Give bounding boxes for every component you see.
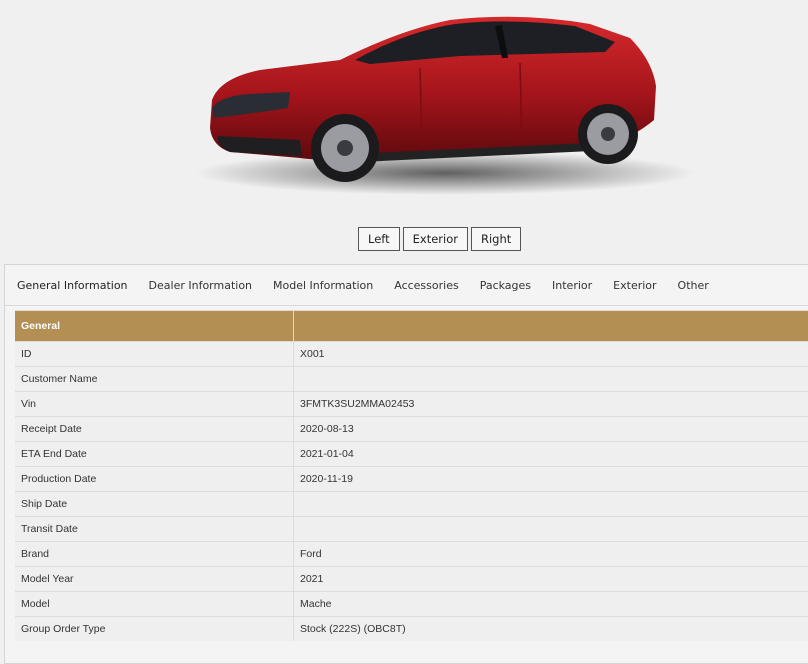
view-exterior-button[interactable]: Exterior [403, 227, 468, 251]
row-label: Ship Date [15, 492, 294, 517]
row-label: Brand [15, 542, 294, 567]
row-label: Model [15, 592, 294, 617]
row-value: 2020-08-13 [294, 417, 808, 442]
view-left-button[interactable]: Left [358, 227, 400, 251]
tab-interior[interactable]: Interior [552, 279, 592, 292]
tab-other[interactable]: Other [678, 279, 709, 292]
table-row: Ship Date [15, 492, 808, 517]
row-value [294, 367, 808, 392]
row-value: Stock (222S) (OBC8T) [294, 617, 808, 642]
row-label: Customer Name [15, 367, 294, 392]
general-info-table: General IDX001 Customer Name Vin3FMTK3SU… [15, 310, 808, 641]
row-value [294, 492, 808, 517]
view-angle-buttons: Left Exterior Right [358, 227, 521, 251]
table-row: Model Year2021 [15, 567, 808, 592]
tab-accessories[interactable]: Accessories [394, 279, 458, 292]
row-value: 3FMTK3SU2MMA02453 [294, 392, 808, 417]
row-value: 2020-11-19 [294, 467, 808, 492]
table-row: IDX001 [15, 342, 808, 367]
row-value: Mache [294, 592, 808, 617]
vehicle-details-panel: General Information Dealer Information M… [4, 264, 808, 664]
table-row: ETA End Date2021-01-04 [15, 442, 808, 467]
table-row: Receipt Date2020-08-13 [15, 417, 808, 442]
table-row: Production Date2020-11-19 [15, 467, 808, 492]
row-value: Ford [294, 542, 808, 567]
tab-dealer-information[interactable]: Dealer Information [149, 279, 253, 292]
row-label: Transit Date [15, 517, 294, 542]
tab-packages[interactable]: Packages [480, 279, 531, 292]
tab-exterior[interactable]: Exterior [613, 279, 656, 292]
details-tab-bar: General Information Dealer Information M… [5, 265, 808, 306]
table-section-header: General [15, 311, 808, 342]
view-right-button[interactable]: Right [471, 227, 521, 251]
row-value: X001 [294, 342, 808, 367]
row-label: ID [15, 342, 294, 367]
section-title: General [15, 311, 294, 342]
row-label: Production Date [15, 467, 294, 492]
table-row: Group Order TypeStock (222S) (OBC8T) [15, 617, 808, 642]
row-label: Group Order Type [15, 617, 294, 642]
row-label: ETA End Date [15, 442, 294, 467]
table-row: Transit Date [15, 517, 808, 542]
row-label: Vin [15, 392, 294, 417]
table-row: Vin3FMTK3SU2MMA02453 [15, 392, 808, 417]
tab-general-information[interactable]: General Information [17, 279, 128, 292]
table-row: ModelMache [15, 592, 808, 617]
row-label: Receipt Date [15, 417, 294, 442]
row-value: 2021 [294, 567, 808, 592]
vehicle-image [190, 8, 700, 203]
row-value: 2021-01-04 [294, 442, 808, 467]
row-label: Model Year [15, 567, 294, 592]
tab-model-information[interactable]: Model Information [273, 279, 373, 292]
vehicle-image-area [0, 0, 808, 222]
row-value [294, 517, 808, 542]
table-row: BrandFord [15, 542, 808, 567]
table-row: Customer Name [15, 367, 808, 392]
section-header-blank [294, 311, 808, 342]
